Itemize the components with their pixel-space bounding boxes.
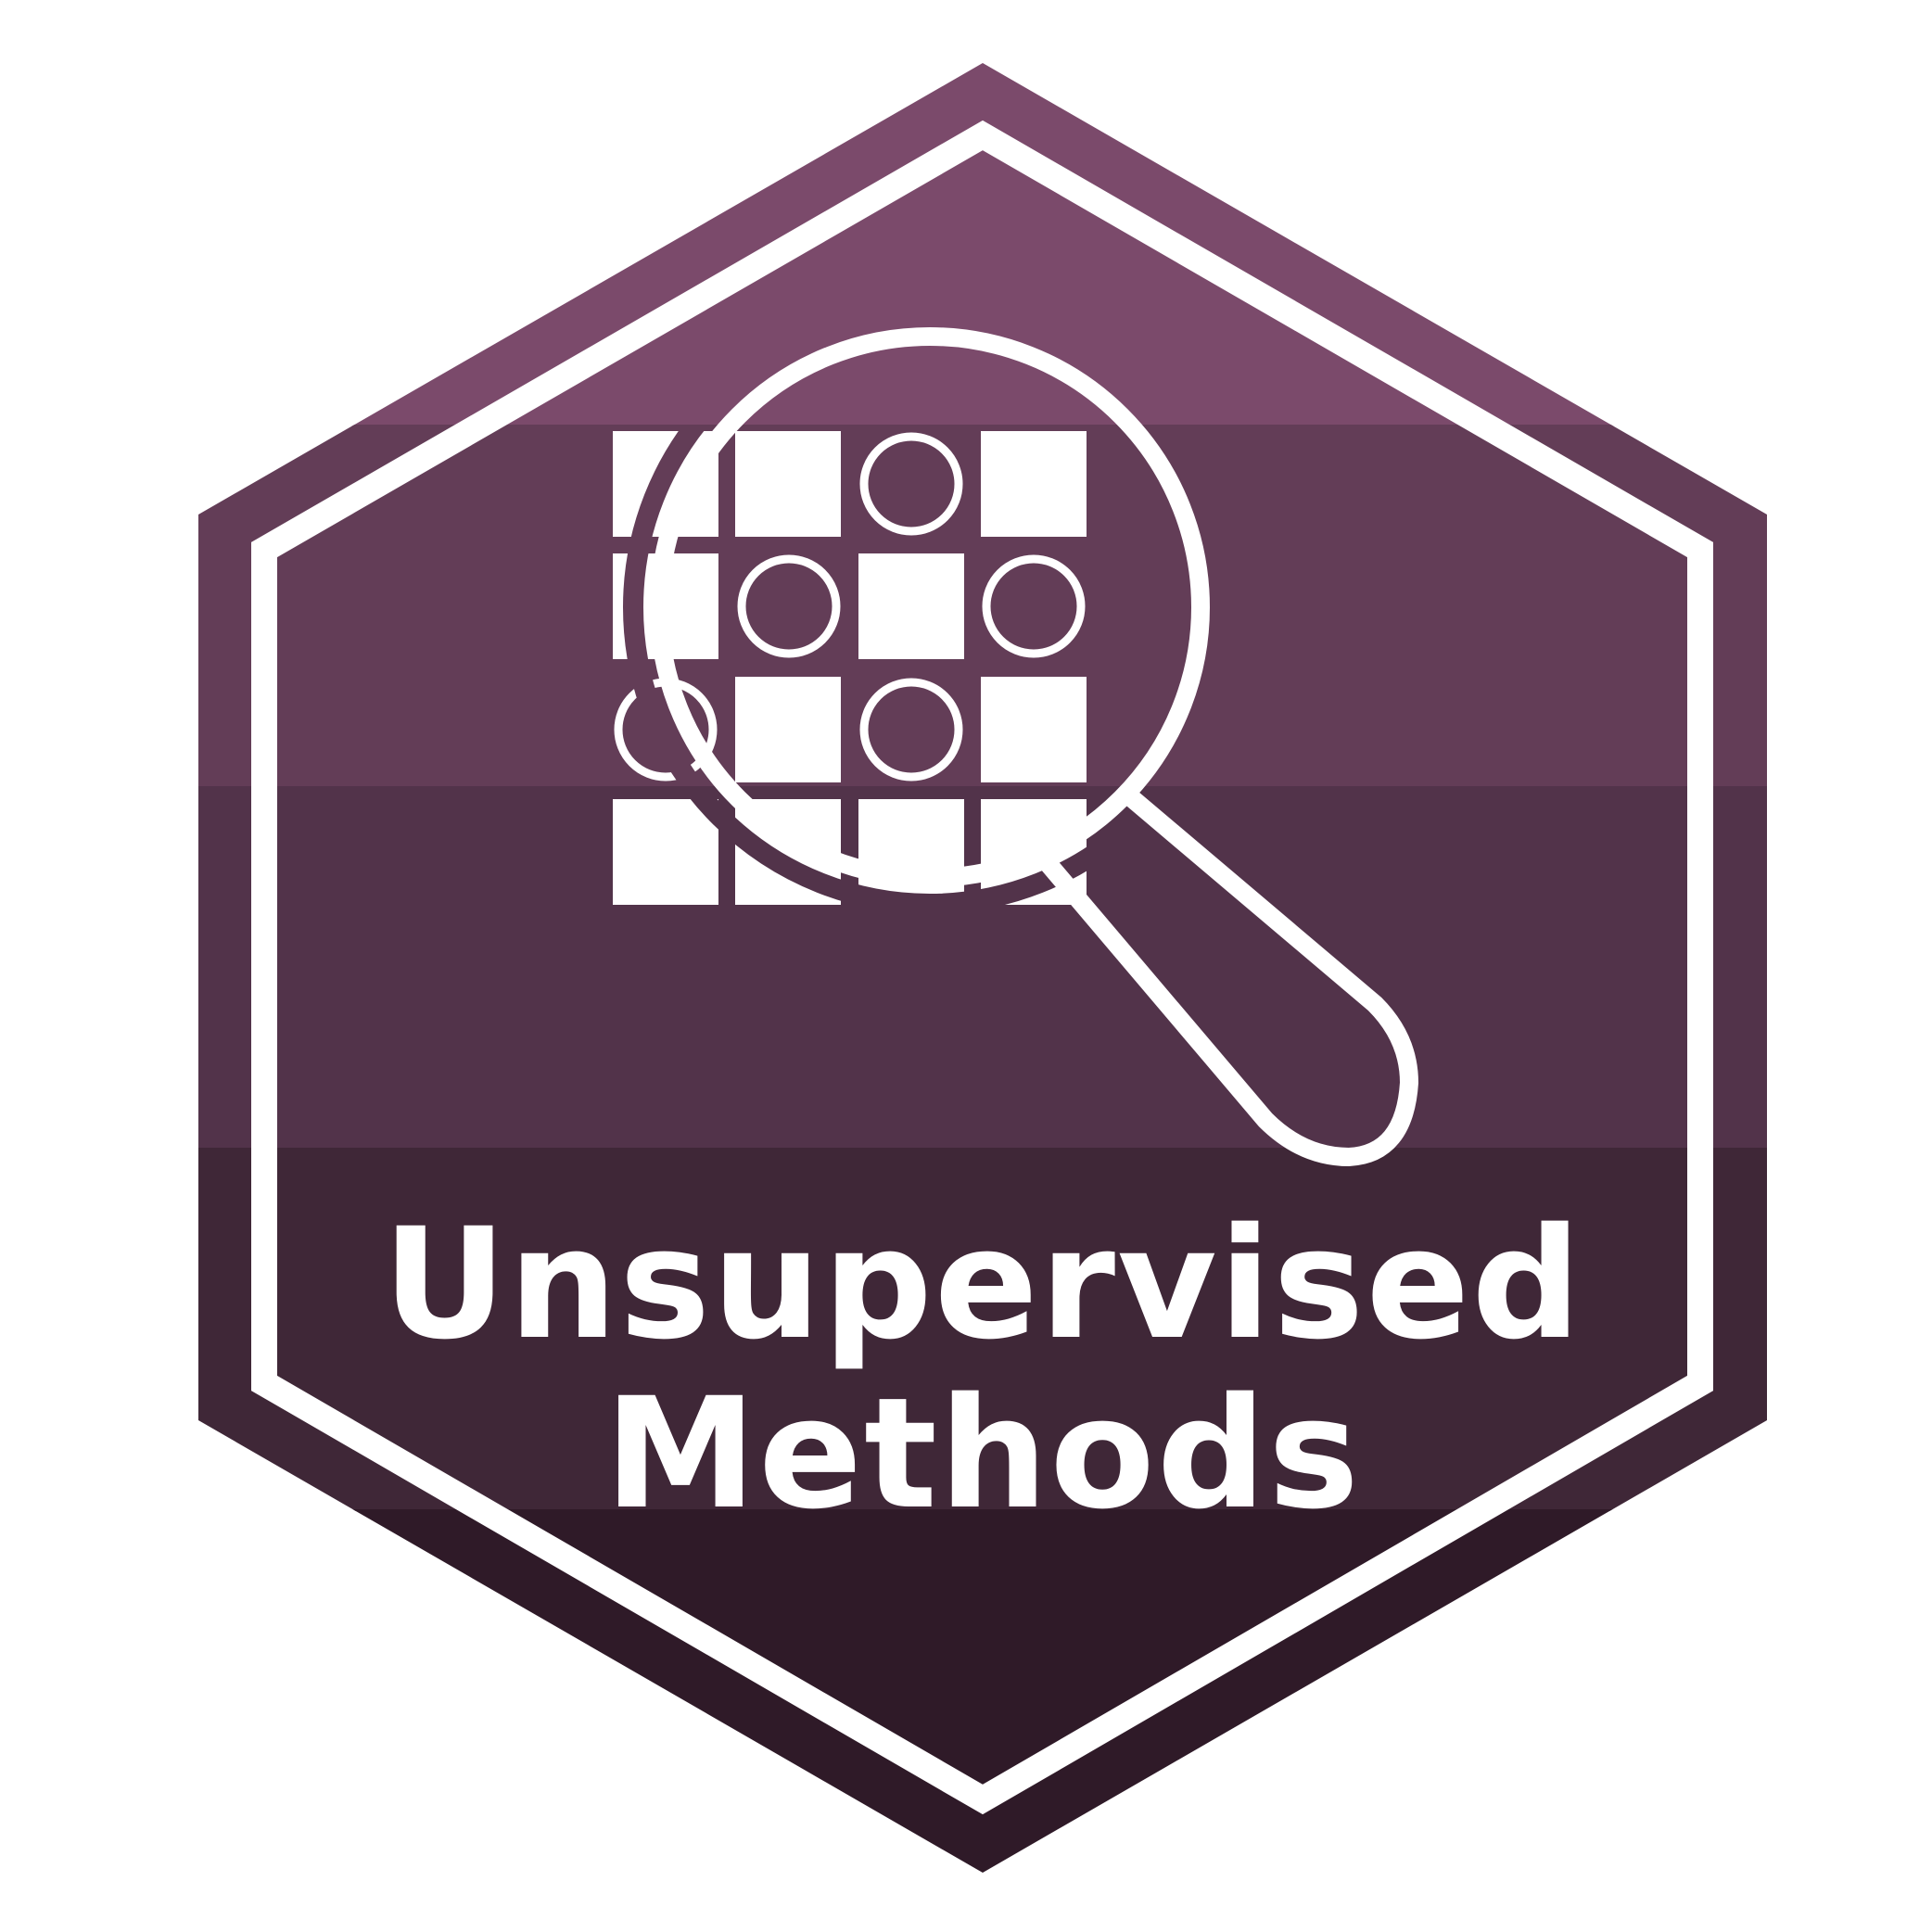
badge-title-line-1: Unsupervised [383,1195,1583,1373]
badge-title-line-2: Methods [604,1365,1361,1543]
band-1 [198,63,1767,426]
unsupervised-methods-badge: Unsupervised Methods [198,63,1767,1873]
band-2 [198,425,1767,788]
band-5 [198,1509,1767,1873]
badge-background [198,63,1767,1873]
band-3 [198,786,1767,1150]
